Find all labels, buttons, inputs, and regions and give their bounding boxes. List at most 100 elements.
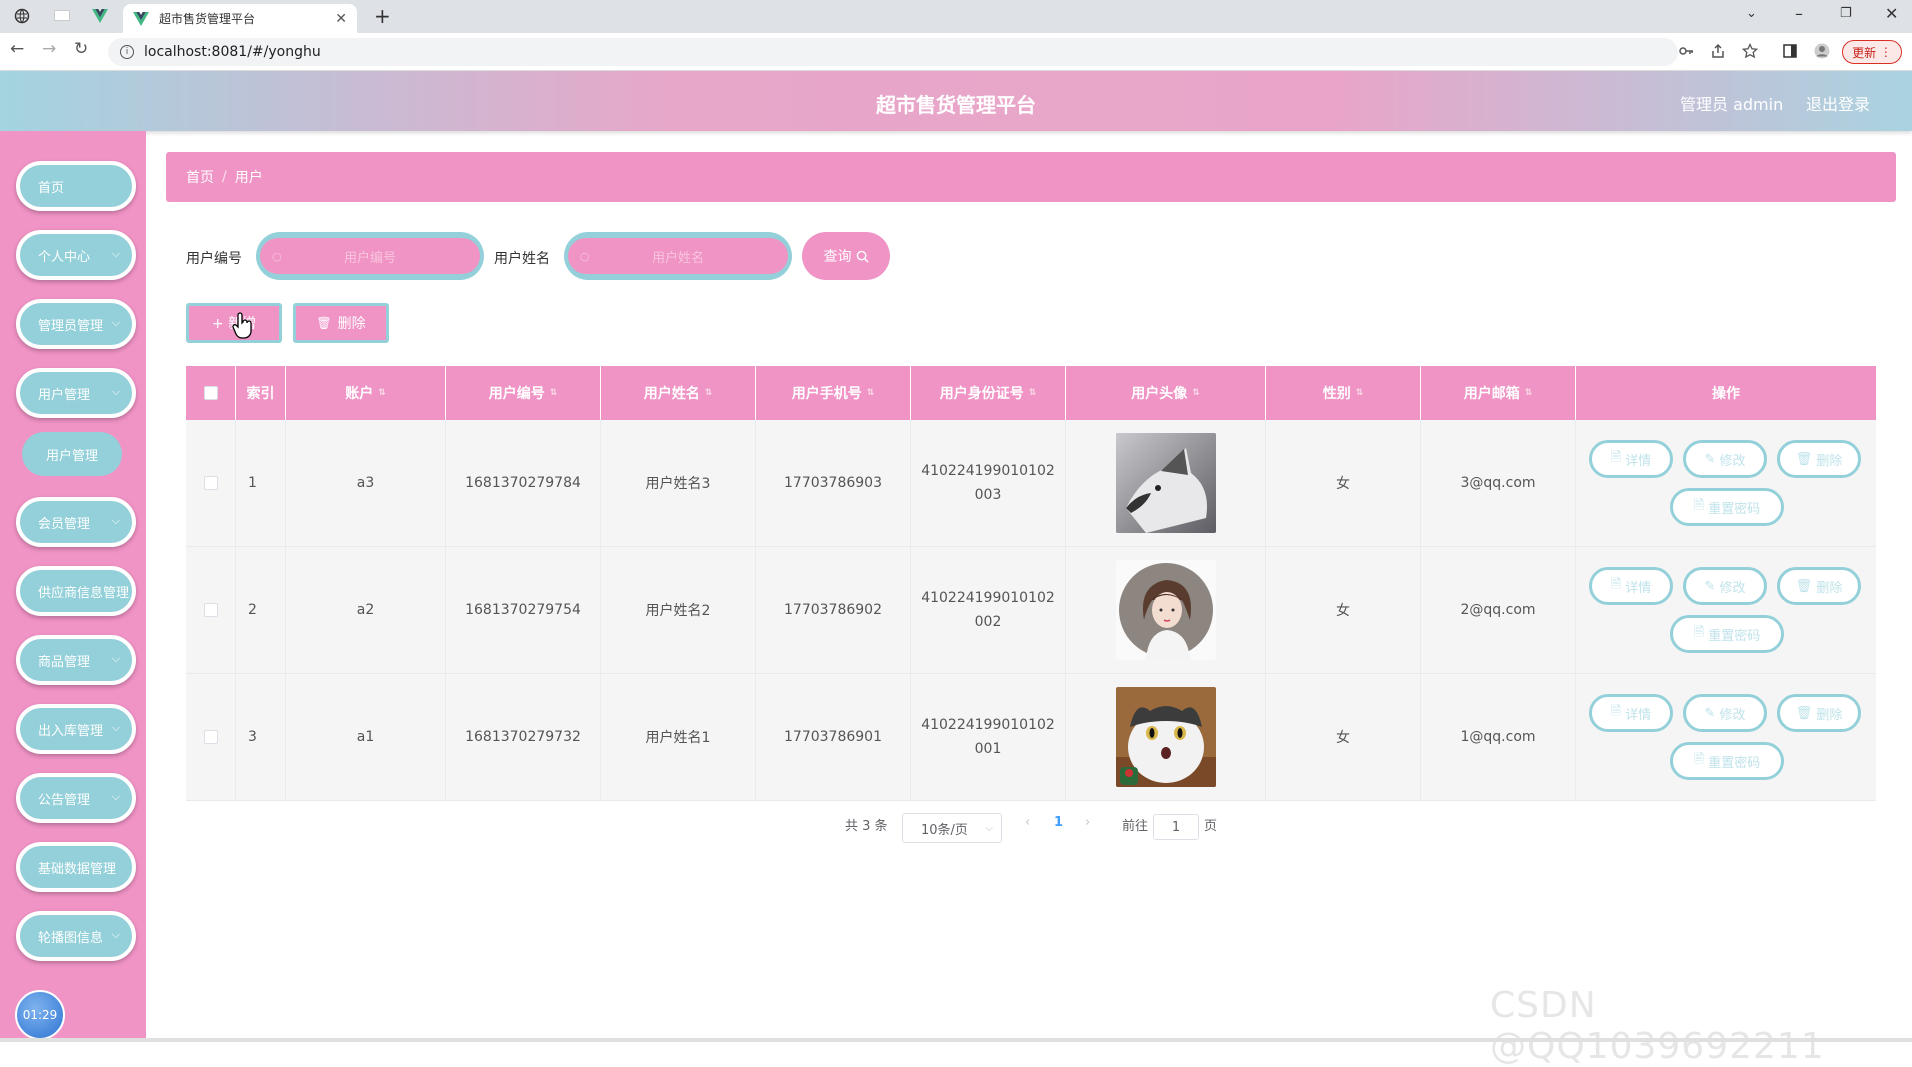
detail-button[interactable]: 🗎 详情 [1589, 440, 1673, 478]
user-number-placeholder: 用户编号 [343, 250, 396, 266]
batch-delete-button[interactable]: 🗑 删除 [293, 303, 389, 343]
sidebar-item-carousel-info[interactable]: 轮播图信息 ⌵ [16, 911, 136, 961]
breadcrumb-current: 用户 [234, 170, 263, 186]
sort-icon[interactable]: ⇅ [1192, 388, 1200, 398]
reset-password-button[interactable]: 🗎 重置密码 [1670, 615, 1784, 653]
window-close-icon[interactable]: ✕ [1885, 4, 1898, 23]
row-user-name: 用户姓名2 [601, 547, 756, 673]
restore-icon[interactable]: ❐ [1840, 6, 1852, 21]
sidebar-item-notice-management[interactable]: 公告管理 ⌵ [16, 773, 136, 823]
page-size-select[interactable]: 10条/页 ⌵ [902, 813, 1002, 843]
globe-icon[interactable] [14, 8, 30, 24]
header-user-name[interactable]: 用户姓名 ⇅ [601, 366, 756, 420]
sort-icon[interactable]: ⇅ [867, 388, 875, 398]
sidebar-item-product-management[interactable]: 商品管理 ⌵ [16, 635, 136, 685]
user-name-input[interactable]: ○ 用户姓名 [564, 232, 792, 280]
close-tab-icon[interactable]: ✕ [335, 11, 347, 27]
site-info-icon[interactable]: i [120, 45, 134, 59]
header-avatar[interactable]: 用户头像 ⇅ [1066, 366, 1266, 420]
header-user-number[interactable]: 用户编号 ⇅ [446, 366, 601, 420]
user-name-placeholder: 用户姓名 [651, 250, 704, 266]
detail-button[interactable]: 🗎 详情 [1589, 567, 1673, 605]
row-id-card: 410224199010102003 [911, 420, 1066, 546]
query-button[interactable]: 查询 [802, 232, 890, 280]
edit-button[interactable]: ✎ 修改 [1683, 567, 1767, 605]
sort-icon[interactable]: ⇅ [1525, 388, 1533, 398]
sidebar-subitem-user-management[interactable]: 用户管理 [22, 432, 122, 476]
pinned-tab-icon[interactable] [54, 10, 70, 21]
row-index: 3 [236, 674, 286, 800]
logout-link[interactable]: 退出登录 [1806, 91, 1870, 115]
reload-icon[interactable]: ↻ [74, 39, 88, 59]
sort-icon[interactable]: ⇅ [1029, 388, 1037, 398]
row-checkbox[interactable] [203, 476, 218, 490]
minimize-icon[interactable]: – [1795, 4, 1803, 23]
prev-page-icon[interactable]: ‹ [1025, 815, 1030, 830]
header-email[interactable]: 用户邮箱 ⇅ [1421, 366, 1576, 420]
delete-button[interactable]: 🗑 删除 [1777, 440, 1861, 478]
next-page-icon[interactable]: › [1085, 815, 1090, 830]
row-checkbox[interactable] [203, 603, 218, 617]
address-bar-row: ← → ↻ i localhost:8081/#/yonghu 更新 ⋮ [0, 33, 1912, 71]
share-icon[interactable] [1710, 43, 1726, 59]
sort-icon[interactable]: ⇅ [1356, 388, 1364, 398]
header-index: 索引 [236, 366, 286, 420]
goto-page-input[interactable]: 1 [1153, 814, 1199, 840]
sidebar-item-user-management[interactable]: 用户管理 ⌵ [16, 368, 136, 418]
row-user-number: 1681370279784 [446, 420, 601, 546]
profile-icon[interactable] [1814, 43, 1830, 59]
row-email: 3@qq.com [1421, 420, 1576, 546]
current-page-number[interactable]: 1 [1054, 815, 1063, 830]
breadcrumb-home[interactable]: 首页 [186, 167, 214, 187]
header-phone[interactable]: 用户手机号 ⇅ [756, 366, 911, 420]
husky-avatar-image[interactable] [1115, 433, 1216, 533]
edit-button[interactable]: ✎ 修改 [1683, 694, 1767, 732]
chevron-down-icon[interactable]: ⌄ [1746, 6, 1757, 21]
detail-button[interactable]: 🗎 详情 [1589, 694, 1673, 732]
sidebar-item-base-data-management[interactable]: 基础数据管理 [16, 842, 136, 892]
sidebar-item-admin-management[interactable]: 管理员管理 ⌵ [16, 299, 136, 349]
table-header-row: 索引 账户 ⇅ 用户编号 ⇅ 用户姓名 ⇅ 用户手机号 ⇅ 用户身份证号 ⇅ 用户头像 ⇅ … [186, 366, 1876, 420]
edit-button[interactable]: ✎ 修改 [1683, 440, 1767, 478]
chevron-down-icon: ⌵ [111, 790, 120, 803]
new-tab-icon[interactable]: + [374, 4, 391, 28]
reset-password-button[interactable]: 🗎 重置密码 [1670, 488, 1784, 526]
user-number-input[interactable]: ○ 用户编号 [256, 232, 484, 280]
sidebar-item-member-management[interactable]: 会员管理 ⌵ [16, 497, 136, 547]
sort-icon[interactable]: ⇅ [705, 388, 713, 398]
side-panel-icon[interactable] [1782, 43, 1798, 59]
back-arrow-icon[interactable]: ← [10, 39, 24, 59]
key-icon[interactable] [1678, 43, 1694, 59]
active-tab[interactable]: 超市售货管理平台 ✕ [123, 4, 357, 33]
row-user-name: 用户姓名3 [601, 420, 756, 546]
girl-avatar-image[interactable] [1115, 560, 1216, 660]
cat-avatar-image[interactable] [1115, 687, 1216, 787]
delete-button[interactable]: 🗑 删除 [1777, 567, 1861, 605]
chevron-down-icon: ⌵ [111, 928, 120, 941]
star-bookmark-icon[interactable] [1742, 43, 1758, 59]
forward-arrow-icon[interactable]: → [42, 39, 56, 59]
trash-icon: 🗑 [316, 316, 332, 330]
row-checkbox[interactable] [203, 730, 218, 744]
update-button[interactable]: 更新 ⋮ [1842, 40, 1902, 64]
row-gender: 女 [1266, 674, 1421, 800]
row-checkbox-cell[interactable] [186, 420, 236, 546]
header-account[interactable]: 账户 ⇅ [286, 366, 446, 420]
delete-button[interactable]: 🗑 删除 [1777, 694, 1861, 732]
sidebar-item-home[interactable]: 首页 [16, 161, 136, 211]
header-gender[interactable]: 性别 ⇅ [1266, 366, 1421, 420]
url-field[interactable]: i localhost:8081/#/yonghu [108, 38, 1678, 66]
header-operations: 操作 [1712, 386, 1740, 402]
sidebar-item-inventory-management[interactable]: 出入库管理 ⌵ [16, 704, 136, 754]
reset-password-button[interactable]: 🗎 重置密码 [1670, 742, 1784, 780]
select-all-checkbox[interactable] [203, 386, 218, 400]
row-checkbox-cell[interactable] [186, 547, 236, 673]
sidebar-item-supplier-management[interactable]: 供应商信息管理 [16, 566, 136, 616]
select-all-checkbox-cell[interactable] [186, 366, 236, 420]
header-id-card[interactable]: 用户身份证号 ⇅ [911, 366, 1066, 420]
sort-icon[interactable]: ⇅ [550, 388, 558, 398]
vue-logo-icon[interactable] [92, 8, 108, 24]
sort-icon[interactable]: ⇅ [378, 388, 386, 398]
sidebar-item-personal-center[interactable]: 个人中心 ⌵ [16, 230, 136, 280]
row-checkbox-cell[interactable] [186, 674, 236, 800]
